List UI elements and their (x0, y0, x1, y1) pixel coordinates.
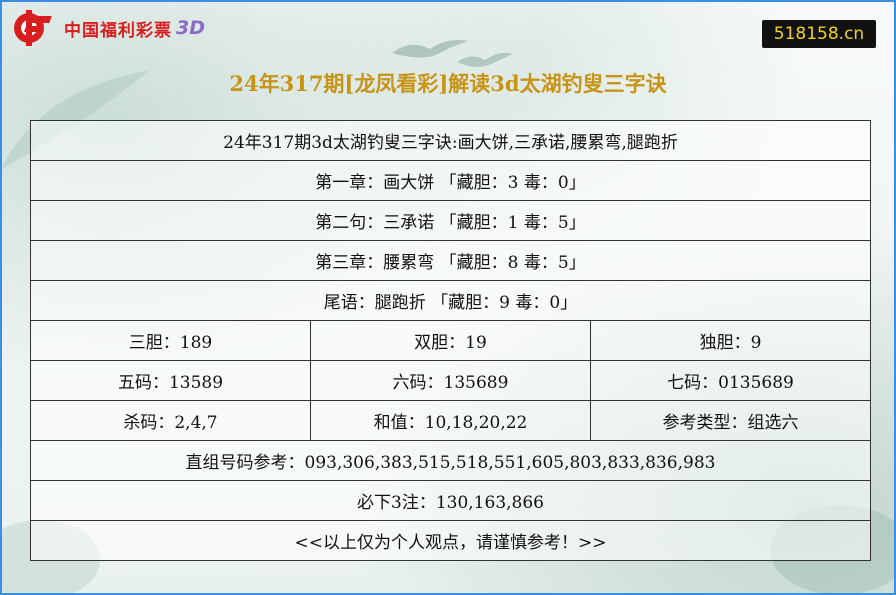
direct-numbers-cell: 直组号码参考：093,306,383,515,518,551,605,803,8… (30, 440, 871, 481)
must-bet-cell: 必下3注：130,163,866 (30, 480, 871, 521)
chapter-one-cell: 第一章：画大饼 「藏胆：3 毒：0」 (30, 160, 871, 201)
prediction-table: 24年317期3d太湖钓叟三字诀:画大饼,三承诺,腰累弯,腿跑折 第一章：画大饼… (30, 120, 871, 561)
three-gall-cell: 三胆：189 (30, 320, 311, 361)
logo-3d: 3D (176, 17, 205, 39)
seven-code-cell: 七码：0135689 (590, 360, 871, 401)
table-row: 第三章：腰累弯 「藏胆：8 毒：5」 (30, 240, 871, 281)
table-row: 24年317期3d太湖钓叟三字诀:画大饼,三承诺,腰累弯,腿跑折 (30, 120, 871, 161)
page-title: 24年317期[龙凤看彩]解读3d太湖钓叟三字诀 (229, 71, 667, 96)
welfare-lottery-icon (14, 10, 52, 46)
table-row: 五码：13589 六码：135689 七码：0135689 (30, 360, 871, 401)
double-gall-cell: 双胆：19 (310, 320, 591, 361)
reference-type-cell: 参考类型：组选六 (590, 400, 871, 441)
single-gall-cell: 独胆：9 (590, 320, 871, 361)
disclaimer-cell: <<以上仅为个人观点，请谨慎参考！>> (30, 520, 871, 561)
closing-cell: 尾语：腿跑折 「藏胆：9 毒：0」 (30, 280, 871, 321)
table-row: 尾语：腿跑折 「藏胆：9 毒：0」 (30, 280, 871, 321)
table-row: 三胆：189 双胆：19 独胆：9 (30, 320, 871, 361)
table-row: 第一章：画大饼 「藏胆：3 毒：0」 (30, 160, 871, 201)
logo-text: 中国福利彩票 (64, 20, 172, 41)
chapter-two-cell: 第二句：三承诺 「藏胆：1 毒：5」 (30, 200, 871, 241)
table-row: 直组号码参考：093,306,383,515,518,551,605,803,8… (30, 440, 871, 481)
six-code-cell: 六码：135689 (310, 360, 591, 401)
chapter-three-cell: 第三章：腰累弯 「藏胆：8 毒：5」 (30, 240, 871, 281)
lottery-logo: 中国福利彩票 3D (12, 10, 205, 46)
formula-cell: 24年317期3d太湖钓叟三字诀:画大饼,三承诺,腰累弯,腿跑折 (30, 120, 871, 161)
sum-value-cell: 和值：10,18,20,22 (310, 400, 591, 441)
site-badge: 518158.cn (762, 20, 876, 48)
kill-code-cell: 杀码：2,4,7 (30, 400, 311, 441)
table-row: 必下3注：130,163,866 (30, 480, 871, 521)
table-row: 第二句：三承诺 「藏胆：1 毒：5」 (30, 200, 871, 241)
table-row: 杀码：2,4,7 和值：10,18,20,22 参考类型：组选六 (30, 400, 871, 441)
five-code-cell: 五码：13589 (30, 360, 311, 401)
table-row: <<以上仅为个人观点，请谨慎参考！>> (30, 520, 871, 561)
